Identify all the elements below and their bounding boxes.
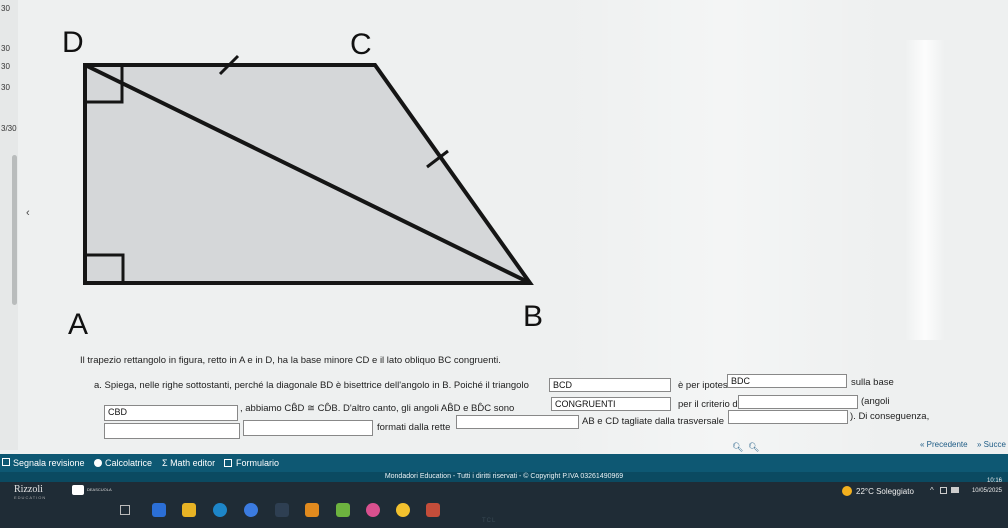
part-a-line1: a. Spiega, nelle righe sottostanti, perc… [94, 380, 529, 391]
answer-field[interactable]: CBD [104, 405, 238, 421]
math-editor-button[interactable]: Σ Math editor [162, 458, 215, 468]
question-number[interactable]: 30 [1, 44, 10, 53]
deascuola-logo: DEASCUOLA [87, 487, 112, 492]
part-a-text: AB e CD tagliate dalla trasversale [582, 416, 725, 427]
part-a-text: formati dalla rette [377, 422, 451, 433]
footer-bar: Mondadori Education - Tutti i diritti ri… [0, 472, 1008, 482]
rizzoli-logo-sub: EDUCATION [14, 495, 47, 500]
vlc-icon[interactable] [305, 503, 319, 517]
screen-glare [905, 40, 945, 340]
vertex-a-label: A [68, 308, 88, 340]
chrome-icon[interactable] [396, 503, 410, 517]
part-a-text: è per ipotesi [678, 380, 730, 391]
part-a-text: sulla base [851, 377, 894, 388]
collapse-icon[interactable]: ‹ [26, 207, 30, 219]
network-icon[interactable] [940, 487, 947, 494]
part-a-text: (angoli [861, 396, 890, 407]
calculator-button[interactable]: Calcolatrice [105, 458, 152, 468]
rizzoli-logo: Rizzoli [14, 484, 43, 495]
next-button[interactable]: » Succe [977, 440, 1006, 449]
question-counter: 3/30 [1, 124, 17, 133]
vertex-b-label: B [523, 300, 543, 333]
question-number[interactable]: 30 [1, 62, 10, 71]
app-s-icon[interactable] [244, 503, 258, 517]
store-icon[interactable] [275, 503, 289, 517]
part-a-text: per il criterio di [678, 399, 740, 410]
answer-field[interactable] [104, 423, 240, 439]
report-revision-button[interactable]: Segnala revisione [13, 458, 85, 468]
formulary-icon [224, 459, 232, 467]
vertex-c-label: C [350, 28, 372, 61]
part-a-text: ). Di conseguenza, [850, 411, 930, 422]
previous-button[interactable]: « Precedente [920, 440, 968, 449]
formulary-button[interactable]: Formulario [236, 458, 279, 468]
clock-date[interactable]: 10/05/2025 [962, 488, 1002, 494]
flag-icon [2, 458, 10, 466]
part-a-text: , abbiamo CB̂D ≅ CD̂B. D'altro canto, gl… [240, 403, 515, 414]
weather-text[interactable]: 22°C Soleggiato [856, 487, 914, 496]
zoom-in-icon[interactable]: 🔍︎ [748, 442, 759, 453]
exercise-intro: Il trapezio rettangolo in figura, retto … [80, 355, 501, 366]
answer-field[interactable] [728, 410, 848, 424]
question-number[interactable]: 30 [1, 83, 10, 92]
volume-icon[interactable] [951, 487, 959, 493]
monitor-brand: TCL [482, 518, 497, 524]
app-icon[interactable] [336, 503, 350, 517]
calculator-icon [94, 459, 102, 467]
file-explorer-icon[interactable] [182, 503, 196, 517]
scrollbar[interactable] [12, 155, 17, 305]
question-number[interactable]: 30 [1, 4, 10, 13]
tray-chevron-icon[interactable]: ^ [930, 486, 934, 495]
answer-field[interactable] [738, 395, 858, 409]
clock-time[interactable]: 10:16 [966, 478, 1002, 484]
answer-field[interactable]: BCD [549, 378, 671, 392]
edge-icon[interactable] [213, 503, 227, 517]
answer-field[interactable]: BDC [727, 374, 847, 388]
answer-field[interactable] [456, 415, 579, 429]
task-view-icon[interactable] [120, 505, 130, 515]
weather-sun-icon [842, 486, 852, 496]
app-icon[interactable] [426, 503, 440, 517]
app-icon[interactable] [366, 503, 380, 517]
teams-icon[interactable] [152, 503, 166, 517]
answer-field[interactable] [243, 420, 373, 436]
vertex-d-label: D [62, 26, 84, 59]
copyright-text: Mondadori Education - Tutti i diritti ri… [384, 473, 624, 480]
answer-field[interactable]: CONGRUENTI [551, 397, 671, 411]
deascuola-logo-icon [72, 485, 84, 495]
zoom-out-icon[interactable]: 🔍︎ [732, 442, 743, 453]
screen-glare [560, 0, 890, 520]
trapezoid-figure: D C A B [62, 26, 543, 340]
